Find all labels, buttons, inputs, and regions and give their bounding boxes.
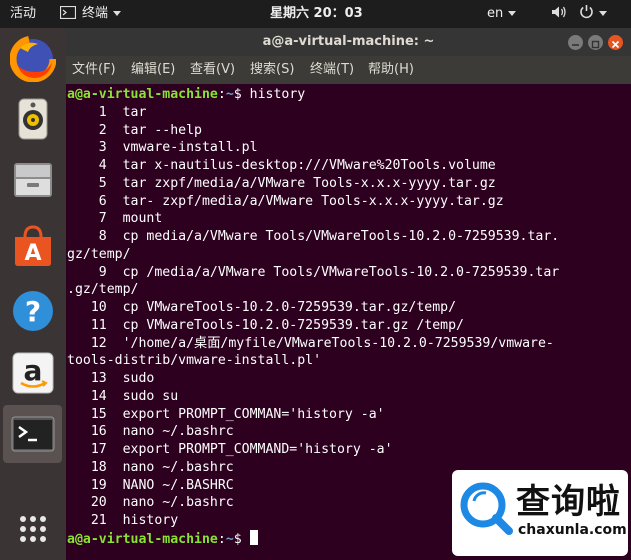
window-titlebar[interactable]: a@a-virtual-machine: ~ bbox=[66, 28, 631, 56]
prompt-separator: : bbox=[217, 531, 226, 547]
prompt-path: ~ bbox=[225, 531, 234, 547]
history-line: 1 tar bbox=[67, 104, 147, 120]
prompt-sign: $ bbox=[233, 87, 250, 102]
history-line: 14 sudo su bbox=[67, 388, 179, 404]
software-icon: A bbox=[15, 225, 51, 266]
chevron-down-icon bbox=[508, 11, 517, 16]
files-icon bbox=[14, 163, 52, 197]
dock-item-rhythmbox[interactable] bbox=[10, 96, 56, 142]
volume-menu[interactable] bbox=[551, 0, 567, 28]
menu-bar: 文件(F) 编辑(E) 查看(V) 搜索(S) 终端(T) 帮助(H) bbox=[66, 56, 631, 84]
history-line: 8 cp media/a/VMware Tools/VMwareTools-10… bbox=[67, 229, 560, 244]
prompt-user: a@a-virtual-machine bbox=[67, 87, 218, 102]
prompt-path: ~ bbox=[225, 87, 234, 102]
history-line: 18 nano ~/.bashrc bbox=[67, 459, 234, 475]
app-menu-label: 终端 bbox=[82, 6, 109, 21]
dock-item-software[interactable]: A bbox=[10, 223, 56, 269]
history-line: 20 nano ~/.bashrc bbox=[67, 495, 234, 511]
dock-item-firefox[interactable] bbox=[9, 35, 57, 83]
clock[interactable]: 星期六 20：03 bbox=[270, 0, 363, 28]
dock-item-help[interactable]: ? bbox=[10, 288, 56, 334]
close-icon bbox=[611, 40, 620, 49]
menu-terminal[interactable]: 终端(T) bbox=[310, 56, 354, 84]
speaker-icon bbox=[18, 98, 48, 140]
dock-item-terminal[interactable] bbox=[3, 405, 62, 463]
history-line: 16 nano ~/.bashrc bbox=[67, 424, 234, 440]
history-line: 2 tar --help bbox=[67, 122, 202, 138]
prompt-sign: $ bbox=[233, 531, 250, 547]
text-cursor bbox=[249, 529, 258, 545]
history-line: 19 NANO ~/.BASHRC bbox=[67, 477, 234, 493]
firefox-icon bbox=[9, 35, 57, 83]
menu-search[interactable]: 搜索(S) bbox=[250, 56, 294, 84]
watermark-url: chaxunla.com bbox=[518, 522, 627, 538]
terminal-icon bbox=[11, 416, 55, 452]
apps-grid-icon bbox=[20, 516, 46, 542]
top-bar: 活动 终端 星期六 20：03 en bbox=[0, 0, 631, 28]
history-line: 15 export PROMPT_COMMAN='history -a' bbox=[67, 406, 385, 422]
maximize-button[interactable] bbox=[588, 35, 603, 50]
history-line-wrap: .gz/temp/ bbox=[67, 282, 139, 298]
show-applications-button[interactable] bbox=[10, 506, 56, 552]
maximize-icon bbox=[591, 40, 600, 49]
history-line: 13 sudo bbox=[67, 371, 155, 386]
history-line: 12 '/home/a/桌面/myfile/VMwareTools-10.2.0… bbox=[67, 335, 554, 351]
history-line: 17 export PROMPT_COMMAND='history -a' bbox=[67, 442, 393, 457]
svg-text:?: ? bbox=[25, 295, 41, 328]
chevron-down-icon bbox=[599, 11, 607, 16]
window-title: a@a-virtual-machine: ~ bbox=[262, 34, 435, 49]
prompt-line: a@a-virtual-machine:~$ history bbox=[67, 86, 305, 104]
menu-help[interactable]: 帮助(H) bbox=[368, 56, 414, 84]
power-icon bbox=[580, 5, 593, 19]
history-line: 7 mount bbox=[67, 211, 163, 227]
history-line: 21 history bbox=[67, 513, 179, 528]
activities-button[interactable]: 活动 bbox=[10, 0, 36, 28]
close-button[interactable] bbox=[608, 35, 623, 50]
prompt-user: a@a-virtual-machine bbox=[67, 531, 218, 547]
app-menu[interactable]: 终端 bbox=[59, 0, 122, 28]
history-line: 5 tar zxpf/media/a/VMware Tools-x.x.x-yy… bbox=[67, 175, 496, 191]
menu-file[interactable]: 文件(F) bbox=[72, 56, 116, 84]
menu-view[interactable]: 查看(V) bbox=[190, 56, 235, 84]
dock-item-files[interactable] bbox=[10, 157, 56, 203]
speaker-volume-icon bbox=[552, 6, 566, 18]
minimize-icon bbox=[572, 44, 579, 46]
watermark-text: 查询啦 bbox=[516, 482, 621, 522]
power-menu[interactable] bbox=[579, 0, 607, 28]
history-line: 6 tar- zxpf/media/a/VMware Tools-x.x.x-y… bbox=[67, 193, 504, 209]
history-line: 10 cp VMwareTools-10.2.0-7259539.tar.gz/… bbox=[67, 300, 457, 315]
history-line: 4 tar x-nautilus-desktop:///VMware%20Too… bbox=[67, 158, 496, 173]
watermark: 查询啦 chaxunla.com bbox=[452, 470, 628, 556]
amazon-icon: a bbox=[12, 352, 54, 394]
history-line-wrap: gz/temp/ bbox=[67, 246, 131, 262]
dock-item-amazon[interactable]: a bbox=[10, 350, 56, 396]
chevron-down-icon bbox=[113, 11, 122, 16]
svg-text:a: a bbox=[24, 354, 43, 387]
language-menu[interactable]: en bbox=[487, 0, 517, 28]
dock: A ? a bbox=[0, 28, 66, 560]
typed-command: history bbox=[249, 87, 306, 102]
minimize-button[interactable] bbox=[568, 35, 583, 50]
history-line: 11 cp VMwareTools-10.2.0-7259539.tar.gz … bbox=[67, 317, 464, 333]
history-line: 9 cp /media/a/VMware Tools/VMwareTools-1… bbox=[67, 264, 560, 280]
history-line: 3 vmware-install.pl bbox=[67, 140, 258, 156]
history-line-wrap: tools-distrib/vmware-install.pl' bbox=[67, 353, 322, 369]
menu-edit[interactable]: 编辑(E) bbox=[131, 56, 175, 84]
terminal-small-icon bbox=[59, 5, 77, 20]
magnifier-logo-icon bbox=[460, 482, 513, 535]
prompt-line-current: a@a-virtual-machine:~$ bbox=[67, 529, 258, 548]
prompt-separator: : bbox=[217, 87, 226, 102]
help-icon: ? bbox=[13, 291, 53, 331]
svg-text:A: A bbox=[24, 241, 41, 266]
language-label: en bbox=[487, 6, 504, 21]
